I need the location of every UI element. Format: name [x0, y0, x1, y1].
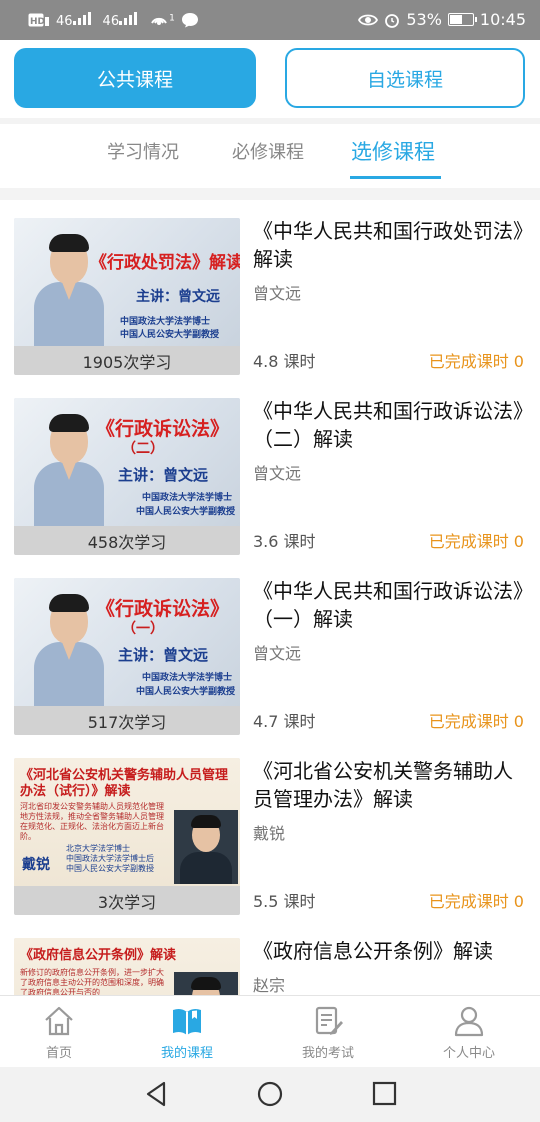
thumbnail-subtitle: （二） [122, 441, 164, 457]
thumbnail-speaker: 主讲：曾文远 [136, 289, 220, 305]
course-thumbnail: 《行政处罚法》解读 主讲：曾文远 中国政法大学法学博士 中国人民公安大学副教授 … [14, 218, 240, 375]
lecturer-photo [34, 412, 104, 526]
course-tabs: 学习情况 必修课程 选修课程 [0, 124, 540, 188]
nav-profile[interactable]: 个人中心 [414, 1004, 524, 1061]
course-title: 《中华人民共和国行政诉讼法》（一）解读 [253, 579, 523, 631]
battery-percent: 53% [406, 10, 442, 29]
home-icon [45, 1006, 73, 1036]
completed-hours: 已完成课时 0 [428, 532, 524, 551]
course-hours: 4.7 课时 [253, 712, 316, 731]
course-teacher: 曾文远 [253, 464, 302, 483]
completed-hours: 已完成课时 0 [428, 892, 524, 911]
thumbnail-credential: 中国政法大学法学博士 [142, 673, 233, 683]
nav-profile-label: 个人中心 [442, 1046, 495, 1061]
course-thumbnail: 《行政诉讼法》 （一） 主讲：曾文远 中国政法大学法学博士 中国人民公安大学副教… [14, 578, 240, 735]
status-bar: HD 46 46 1 53% 10:45 [0, 0, 540, 40]
alarm-icon [385, 13, 400, 28]
thumbnail-subtitle: （一） [122, 621, 164, 637]
thumbnail-credential: 中国人民公安大学副教授 [120, 330, 220, 340]
nav-home[interactable]: 首页 [4, 1004, 114, 1061]
thumbnail-credential: 中国政法大学法学博士 [120, 317, 211, 327]
recents-icon[interactable] [371, 1079, 399, 1109]
course-title: 《河北省公安机关警务辅助人员管理办法》解读 [253, 759, 513, 811]
course-thumbnail: 《行政诉讼法》 （二） 主讲：曾文远 中国政法大学法学博士 中国人民公安大学副教… [14, 398, 240, 555]
divider [0, 188, 540, 200]
chat-icon [181, 13, 198, 28]
thumbnail-credential: 中国人民公安大学副教授 [136, 507, 236, 517]
study-count: 458次学习 [14, 526, 240, 555]
lecturer-photo [34, 592, 104, 706]
course-title: 《政府信息公开条例》解读 [253, 939, 493, 963]
system-navigation-bar [0, 1067, 540, 1122]
eye-icon [358, 14, 379, 25]
tab-required-courses[interactable]: 必修课程 [232, 138, 304, 164]
person-icon [454, 1006, 484, 1037]
thumbnail-speaker: 主讲：曾文远 [118, 646, 209, 664]
thumbnail-title: 《政府信息公开条例》解读 [20, 948, 177, 963]
4g-signal-icon: 46 [103, 11, 144, 29]
nav-home-label: 首页 [45, 1046, 72, 1061]
thumbnail-title: 《行政诉讼法》 [96, 598, 230, 620]
thumbnail-title: 《河北省公安机关警务辅助人员管理办法（试行）》解读 [20, 768, 229, 799]
tab-study-status[interactable]: 学习情况 [107, 138, 179, 164]
public-courses-button[interactable]: 公共课程 [14, 48, 256, 108]
hd-icon: HD [28, 13, 49, 27]
study-count: 1905次学习 [14, 346, 240, 375]
status-left-icons: HD 46 46 1 [28, 10, 199, 30]
course-hours: 5.5 课时 [253, 892, 316, 911]
completed-hours: 已完成课时 0 [428, 352, 524, 371]
course-teacher: 曾文远 [253, 644, 302, 663]
course-title: 《中华人民共和国行政处罚法》解读 [253, 219, 523, 271]
study-count: 3次学习 [14, 886, 240, 915]
course-teacher: 曾文远 [253, 284, 302, 303]
status-right-icons: 53% 10:45 [358, 10, 526, 29]
course-thumbnail: 《政府信息公开条例》解读 新修订的政府信息公开条例，进一步扩大了政府信息主动公开… [14, 938, 240, 995]
nav-my-exams-label: 我的考试 [301, 1046, 354, 1061]
course-thumbnail: 《河北省公安机关警务辅助人员管理办法（试行）》解读 河北省印发公安警务辅助人员规… [14, 758, 240, 915]
tab-elective-courses[interactable]: 选修课程 [351, 136, 435, 166]
thumbnail-title: 《行政处罚法》解读 [90, 253, 240, 273]
course-hours: 4.8 课时 [253, 352, 316, 371]
study-count: 517次学习 [14, 706, 240, 735]
lecturer-photo [174, 810, 238, 884]
bottom-navigation: 首页 我的课程 我的考试 个人中心 [0, 995, 540, 1067]
thumbnail-credential: 中国人民公安大学副教授 [136, 687, 236, 697]
thumbnail-description: 河北省印发公安警务辅助人员规范化管理地方性法规，推动全省警务辅助人员管理在规范化… [20, 802, 164, 841]
completed-hours: 已完成课时 0 [428, 712, 524, 731]
back-icon[interactable] [142, 1079, 172, 1109]
lecturer-photo [174, 972, 238, 995]
thumbnail-title: 《行政诉讼法》 [96, 418, 230, 440]
nav-my-exams[interactable]: 我的考试 [273, 1004, 383, 1061]
hotspot-icon: 1 [149, 10, 175, 30]
active-tab-indicator [350, 176, 441, 179]
course-item[interactable]: 《河北省公安机关警务辅助人员管理办法（试行）》解读 河北省印发公安警务辅助人员规… [0, 740, 540, 920]
course-teacher: 赵宗 [253, 976, 286, 995]
course-teacher: 戴锐 [253, 824, 286, 843]
elective-courses-button[interactable]: 自选课程 [285, 48, 525, 108]
thumbnail-description: 新修订的政府信息公开条例，进一步扩大了政府信息主动公开的范围和深度，明确了政府信… [20, 968, 164, 995]
thumbnail-credentials: 北京大学法学博士 中国政法大学法学博士后 中国人民公安大学副教授 [66, 844, 154, 873]
thumbnail-credential: 中国政法大学法学博士 [142, 493, 233, 503]
course-item[interactable]: 《行政诉讼法》 （二） 主讲：曾文远 中国政法大学法学博士 中国人民公安大学副教… [0, 380, 540, 560]
home-circle-icon[interactable] [256, 1079, 284, 1109]
clock: 10:45 [479, 10, 526, 29]
svg-text:HD: HD [30, 17, 45, 27]
course-title: 《中华人民共和国行政诉讼法》（二）解读 [253, 399, 523, 451]
course-item[interactable]: 《行政诉讼法》 （一） 主讲：曾文远 中国政法大学法学博士 中国人民公安大学副教… [0, 560, 540, 740]
thumbnail-speaker: 主讲：曾文远 [118, 466, 209, 484]
course-type-switch: 公共课程 自选课程 [0, 40, 540, 118]
course-item[interactable]: 《行政处罚法》解读 主讲：曾文远 中国政法大学法学博士 中国人民公安大学副教授 … [0, 200, 540, 380]
course-hours: 3.6 课时 [253, 532, 316, 551]
nav-my-courses[interactable]: 我的课程 [132, 1004, 242, 1061]
exam-icon [315, 1006, 343, 1035]
course-item[interactable]: 《政府信息公开条例》解读 新修订的政府信息公开条例，进一步扩大了政府信息主动公开… [0, 920, 540, 995]
nav-my-courses-label: 我的课程 [160, 1046, 213, 1061]
battery-icon [447, 13, 477, 26]
4g-signal-icon: 46 [56, 11, 97, 29]
book-icon [173, 1008, 201, 1035]
thumbnail-speaker: 戴锐 [22, 857, 50, 873]
